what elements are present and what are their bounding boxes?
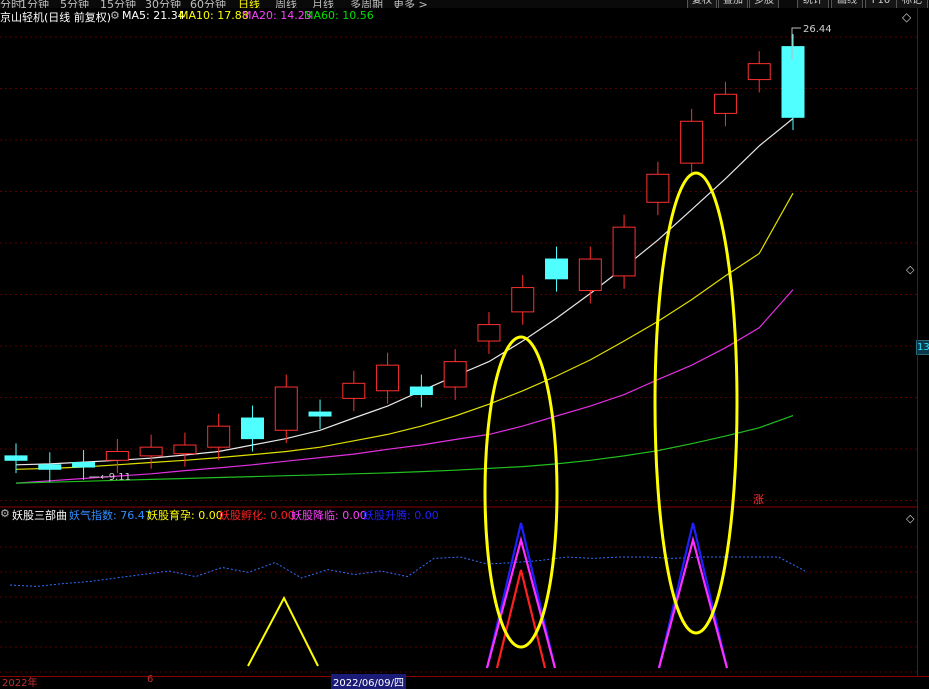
indicator-label-4: 妖股升腾: 0.00	[363, 509, 439, 522]
candle-body-up	[646, 173, 670, 203]
spike-blue-2	[657, 522, 729, 669]
candle-body-down	[409, 386, 433, 396]
candle-body-up	[342, 382, 366, 399]
limit-up-badge: 涨	[753, 493, 764, 506]
candle-body-up	[105, 450, 129, 461]
candle-body-up	[274, 386, 298, 431]
candle-body-up	[207, 425, 231, 448]
high-label: 26.44	[803, 24, 832, 35]
candle-body-up	[443, 361, 467, 388]
highlight-ellipse-2	[653, 171, 739, 635]
kline-chart[interactable]: 26.44 ←9.11	[0, 0, 929, 686]
candle-body-down	[545, 258, 569, 280]
candle-body-down	[4, 455, 28, 461]
indicator-settings-icon[interactable]: ⚙	[0, 507, 10, 520]
year-label: 2022年	[2, 678, 38, 689]
candle-body-up	[511, 287, 535, 313]
cursor-date: 2022/06/09/四	[331, 674, 407, 689]
indicator-label-2: 妖股孵化: 0.00	[219, 509, 295, 522]
candle-body-up	[376, 364, 400, 392]
candle-body-down	[781, 46, 805, 118]
candle-body-up	[173, 444, 197, 455]
candle-body-down	[240, 417, 264, 440]
yellow-spike	[247, 595, 319, 667]
low-label: ←9.11	[100, 472, 131, 483]
candle-body-down	[38, 464, 62, 470]
ma-line-ma10	[15, 192, 794, 470]
candle-body-up	[612, 226, 636, 277]
candle-body-up	[713, 93, 737, 114]
indicator-title: 妖股三部曲	[12, 509, 67, 522]
month-label: 6	[147, 674, 154, 685]
ma-line-ma20	[15, 289, 794, 484]
highlight-ellipse-1	[483, 335, 559, 649]
indicator-label-1: 妖股育孕: 0.00	[147, 509, 223, 522]
candle-body-up	[139, 446, 163, 457]
candle-body-up	[747, 63, 771, 81]
candle-body-up	[477, 324, 501, 342]
right-axis-border	[917, 8, 918, 678]
ma-line-ma5	[15, 118, 794, 466]
indicator-label-0: 妖气指数: 76.47	[69, 509, 152, 522]
candle-body-up	[578, 258, 602, 292]
indicator-label-3: 妖股降临: 0.00	[291, 509, 367, 522]
candle-body-up	[680, 120, 704, 164]
time-axis: 2022年 6 2022/06/09/四	[0, 674, 929, 689]
candle-body-down	[72, 462, 96, 468]
spike-red-1	[495, 569, 547, 669]
candle-body-down	[308, 411, 332, 417]
